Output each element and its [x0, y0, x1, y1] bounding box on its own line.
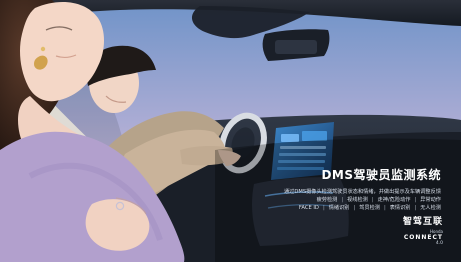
separator: |: [322, 205, 325, 211]
separator: |: [353, 205, 356, 211]
separator: |: [414, 205, 417, 211]
feature-tag: 无人检测: [420, 205, 441, 211]
brand-version: 4.0: [435, 241, 443, 246]
dms-feature-overlay: DMS驾驶员监测系统 通过DMS摄像头检测驾驶员状态和情绪，并做出提示及车辆调整…: [209, 166, 441, 212]
feature-tags-row-2: FACE ID | 情绪识别 | 驾员检测 | 表情识别 | 无人检测: [209, 204, 441, 212]
separator: |: [371, 197, 374, 203]
feature-tag: 表情识别: [389, 205, 411, 211]
feature-tag: 情绪识别: [328, 205, 350, 211]
separator: |: [383, 205, 386, 211]
separator: |: [414, 197, 417, 203]
brand-name: 智驾互联: [402, 217, 443, 227]
promo-banner: DMS驾驶员监测系统 通过DMS摄像头检测驾驶员状态和情绪，并做出提示及车辆调整…: [0, 0, 461, 262]
feature-tag: 视线检测: [347, 197, 368, 203]
feature-tags-row-1: 疲劳检测 | 视线检测 | 走神/危险动作 | 异常动作: [209, 196, 441, 204]
feature-title: DMS驾驶员监测系统: [321, 168, 441, 182]
brand-product: CONNECT: [403, 234, 443, 241]
separator: |: [341, 197, 344, 203]
feature-description: 通过DMS摄像头检测驾驶员状态和情绪，并做出提示及车辆调整反馈: [283, 189, 441, 195]
feature-tag: FACE ID: [298, 205, 319, 211]
feature-tag: 走神/危险动作: [377, 197, 411, 203]
brand-lockup: 智驾互联 Honda CONNECT 4.0: [353, 214, 443, 246]
feature-tag: 驾员检测: [359, 205, 380, 211]
feature-tag: 异常动作: [420, 197, 441, 203]
feature-tag: 疲劳检测: [316, 197, 338, 203]
